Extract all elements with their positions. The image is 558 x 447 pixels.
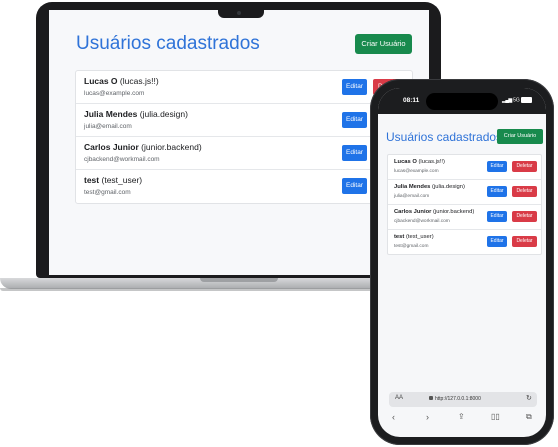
list-item: Julia Mendes (julia.design) julia@email.… [388,180,541,205]
user-name: Carlos Junior (junior.backend) [394,209,475,215]
share-icon[interactable]: ⇪ [458,412,465,421]
user-name: Julia Mendes (julia.design) [84,109,188,119]
user-email: lucas@example.com [394,169,439,174]
reader-aa-button[interactable]: AA [395,395,403,401]
create-user-button[interactable]: Criar Usuário [497,129,543,144]
edit-button[interactable]: Editar [487,211,507,222]
list-item: Carlos Junior (junior.backend) cjbackend… [388,205,541,230]
user-email: lucas@example.com [84,90,145,97]
edit-button[interactable]: Editar [342,79,367,95]
user-name: Carlos Junior (junior.backend) [84,142,202,152]
user-email: julia@email.com [84,123,132,130]
page-title: Usuários cadastrados [76,33,260,54]
user-email: julia@email.com [394,194,430,199]
user-email: cjbackend@workmail.com [394,219,450,224]
tabs-icon[interactable]: ⧉ [526,412,532,422]
user-name: Julia Mendes (julia.design) [394,184,465,190]
lock-icon [429,396,433,400]
user-email: test@gmail.com [84,189,131,196]
user-name: Lucas O (lucas.js!!) [394,159,445,165]
edit-button[interactable]: Editar [487,161,507,172]
list-item: Carlos Junior (junior.backend) cjbackend… [76,137,412,170]
list-item: test (test_user) test@gmail.com Editar D… [388,230,541,254]
edit-button[interactable]: Editar [487,186,507,197]
laptop-notch [218,9,264,18]
camera-icon [237,11,241,15]
browser-toolbar: ‹ › ⇪ ▯▯ ⧉ [378,412,546,428]
user-list: Lucas O (lucas.js!!) lucas@example.com E… [75,70,413,204]
list-item: Lucas O (lucas.js!!) lucas@example.com E… [388,155,541,180]
phone-screen: 08:11 ▂▄▆ 5G Usuários cadastrados Criar … [378,88,546,437]
bookmarks-icon[interactable]: ▯▯ [491,412,500,421]
delete-button[interactable]: Deletar [512,161,537,172]
edit-button[interactable]: Editar [487,236,507,247]
back-icon[interactable]: ‹ [392,412,395,422]
user-email: test@gmail.com [394,244,429,249]
status-time: 08:11 [403,97,420,104]
forward-icon[interactable]: › [426,412,429,422]
signal-icon: ▂▄▆ 5G [502,97,533,103]
laptop-base-notch [200,278,278,282]
delete-button[interactable]: Deletar [512,211,537,222]
delete-button[interactable]: Deletar [512,236,537,247]
user-name: test (test_user) [394,234,434,240]
edit-button[interactable]: Editar [342,178,367,194]
dynamic-island [426,93,498,110]
battery-icon [521,97,533,103]
user-name: Lucas O (lucas.js!!) [84,76,159,86]
reload-icon[interactable]: ↻ [526,394,532,402]
edit-button[interactable]: Editar [342,112,367,128]
edit-button[interactable]: Editar [342,145,367,161]
user-list: Lucas O (lucas.js!!) lucas@example.com E… [387,154,542,255]
url-text: http://127.0.0.1:8000 [435,396,481,402]
delete-button[interactable]: Deletar [512,186,537,197]
list-item: Lucas O (lucas.js!!) lucas@example.com E… [76,71,412,104]
address-bar[interactable]: AA http://127.0.0.1:8000 ↻ [389,392,537,407]
user-name: test (test_user) [84,175,143,185]
user-email: cjbackend@workmail.com [84,156,160,163]
page-title: Usuários cadastrados [386,130,503,144]
list-item: Julia Mendes (julia.design) julia@email.… [76,104,412,137]
list-item: test (test_user) test@gmail.com Editar [76,170,412,202]
create-user-button[interactable]: Criar Usuário [355,34,412,54]
